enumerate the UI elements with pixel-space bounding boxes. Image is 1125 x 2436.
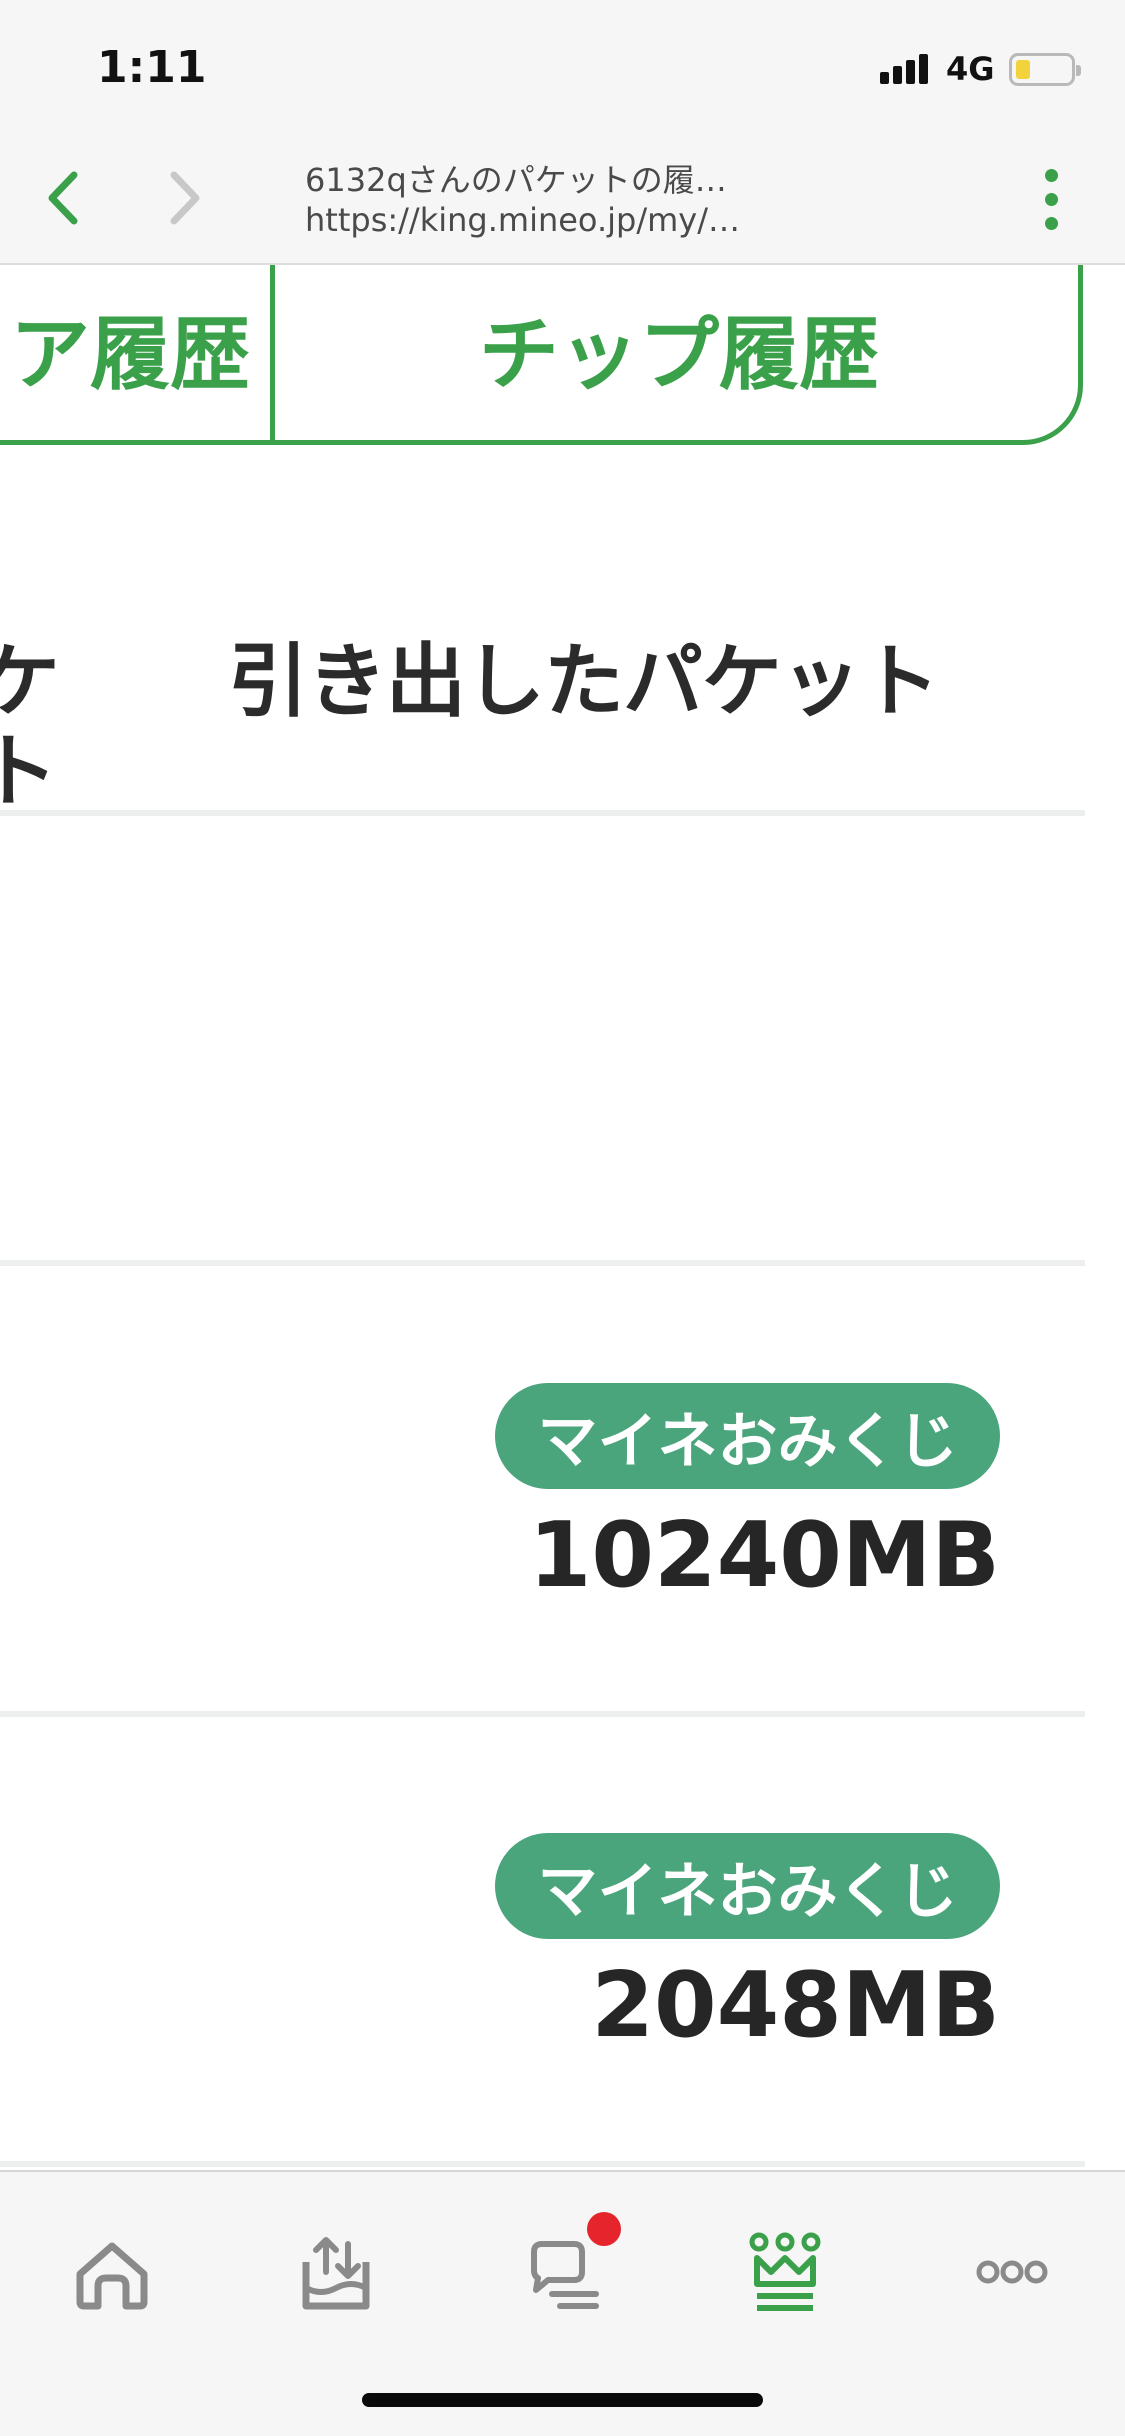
- tray-upload-icon[interactable]: [286, 2222, 386, 2322]
- battery-icon: [1009, 53, 1081, 86]
- source-badge: マイネおみくじ: [495, 1833, 1000, 1939]
- history-content: ア履歴 チップ履歴 ケ ト 引き出したパケット マイネおみくじ 10240MB …: [0, 265, 1125, 2170]
- status-bar: 1:11 4G: [0, 0, 1125, 135]
- more-dots-icon[interactable]: [962, 2222, 1062, 2322]
- column-header-left-fragment-2: ト: [0, 725, 58, 818]
- screen: 1:11 4G 6132qさんのパケットの履… https://king.min…: [0, 0, 1125, 2436]
- divider: [0, 1711, 1085, 1717]
- packet-amount: 10240MB: [528, 1503, 1000, 1608]
- home-indicator[interactable]: [362, 2393, 763, 2407]
- browser-bar: 6132qさんのパケットの履… https://king.mineo.jp/my…: [0, 135, 1125, 265]
- history-tabs: ア履歴 チップ履歴: [0, 265, 1083, 445]
- column-header-withdrawn-packets: 引き出したパケット: [228, 635, 940, 728]
- page-title: 6132qさんのパケットの履…: [305, 161, 727, 199]
- crown-icon[interactable]: [735, 2222, 835, 2322]
- home-icon[interactable]: [62, 2222, 162, 2322]
- status-time: 1:11: [97, 42, 207, 93]
- tab-chip-history[interactable]: チップ履歴: [270, 265, 1083, 440]
- signal-strength-icon: [880, 54, 934, 84]
- network-type: 4G: [946, 50, 995, 88]
- page-url[interactable]: https://king.mineo.jp/my/…: [305, 201, 740, 239]
- divider: [0, 2161, 1085, 2167]
- divider: [0, 810, 1085, 816]
- tab-left-history[interactable]: ア履歴: [0, 265, 280, 440]
- chevron-left-icon[interactable]: [40, 163, 88, 233]
- kebab-menu-icon[interactable]: [1040, 165, 1064, 235]
- chevron-right-icon[interactable]: [160, 163, 208, 233]
- source-badge: マイネおみくじ: [495, 1383, 1000, 1489]
- packet-amount: 2048MB: [591, 1953, 1000, 2058]
- divider: [0, 1260, 1085, 1266]
- notification-dot: [587, 2212, 621, 2246]
